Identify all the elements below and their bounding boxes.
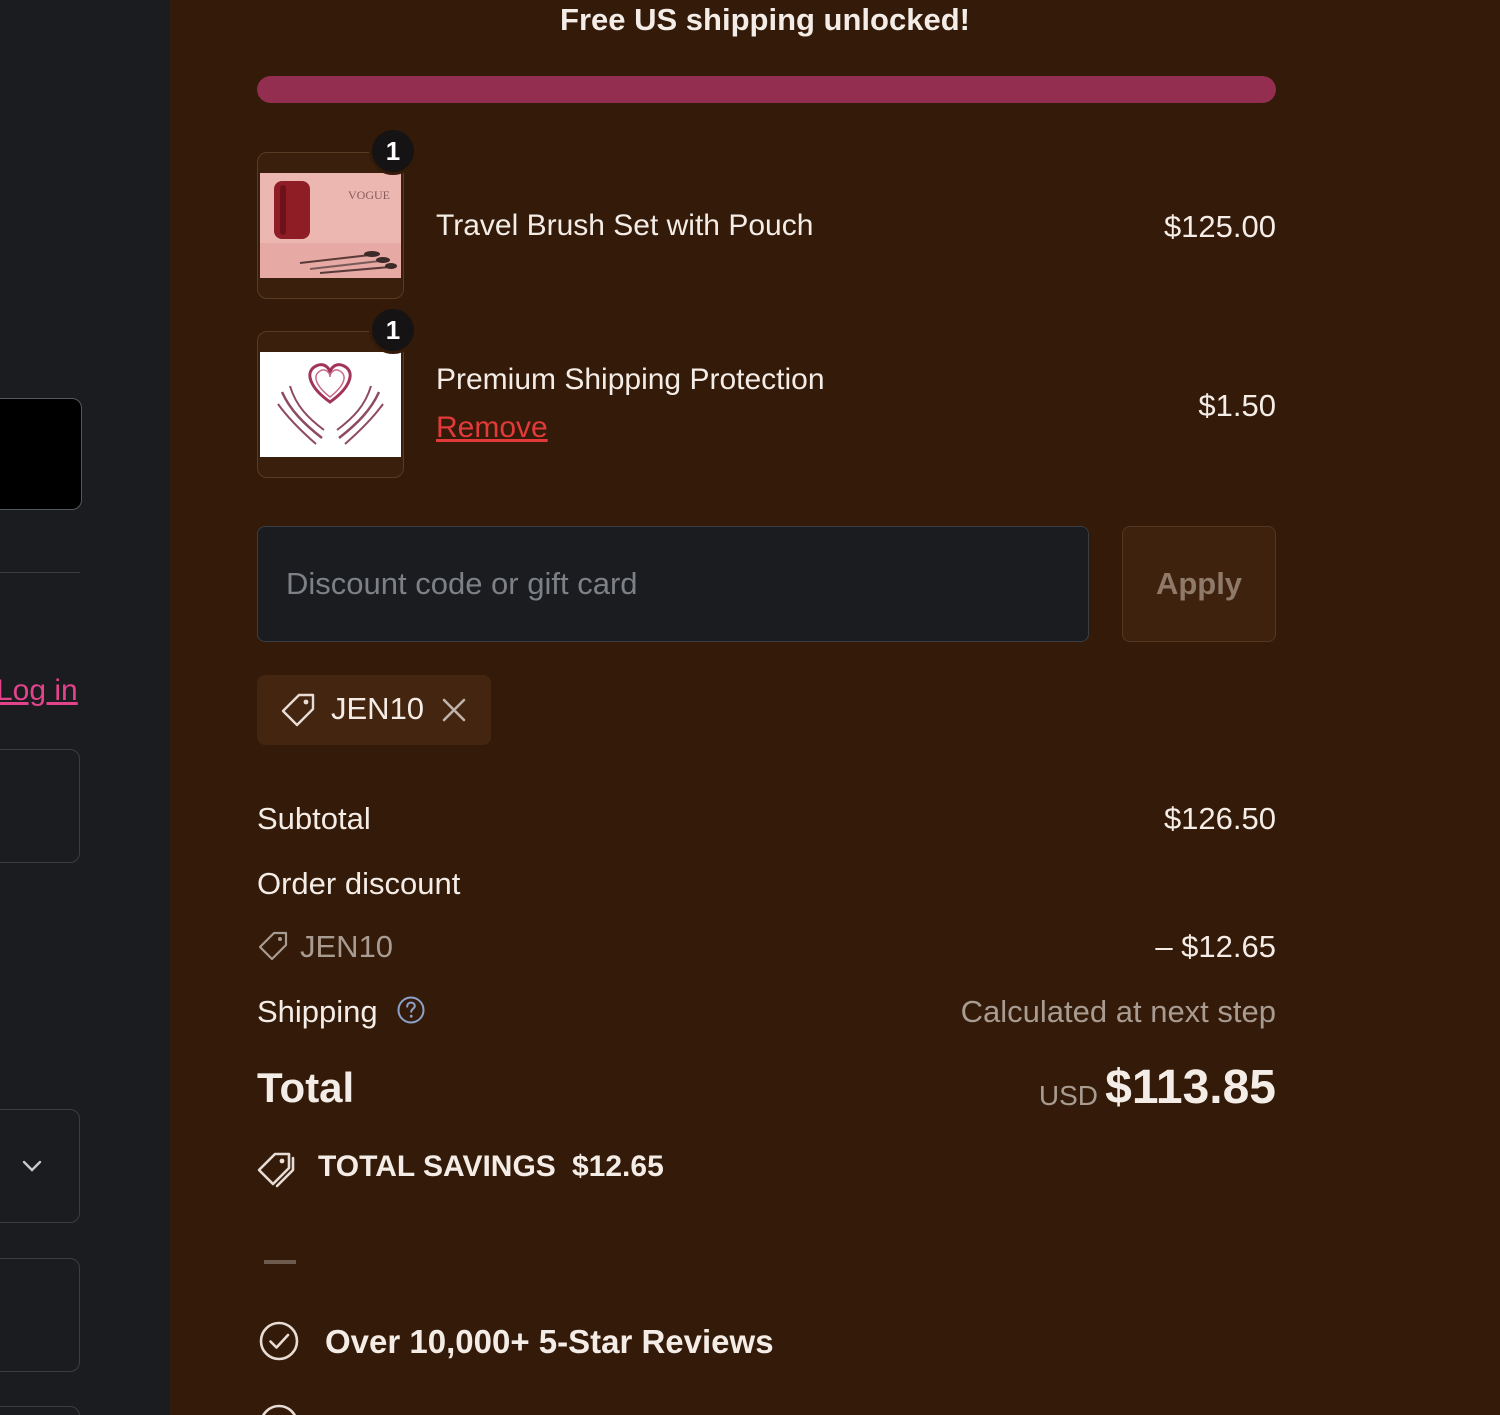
express-checkout-button[interactable]	[0, 398, 82, 510]
quantity-badge: 1	[369, 306, 417, 354]
brush-set-product-image: VOGUE	[260, 173, 401, 278]
item-price: $125.00	[1163, 209, 1276, 244]
login-link[interactable]: Log in	[0, 674, 78, 708]
shipping-progress-fill	[257, 76, 1276, 103]
shipping-label: Shipping	[257, 994, 378, 1029]
shipping-progress-bar	[257, 76, 1276, 103]
check-circle-icon	[261, 1404, 297, 1415]
discount-code-input[interactable]	[257, 526, 1089, 642]
discount-code-label: JEN10	[300, 929, 394, 964]
close-icon[interactable]	[441, 697, 467, 723]
currency-code: USD	[1038, 1080, 1098, 1111]
checkout-form-column: Log in	[0, 0, 170, 1415]
product-thumbnail: VOGUE 1	[257, 127, 417, 299]
total-savings-value: $12.65	[572, 1150, 664, 1183]
heart-hands-product-image	[260, 352, 401, 457]
divider	[0, 572, 80, 573]
order-summary: Free US shipping unlocked! VOGUE 1 Trave…	[170, 0, 1500, 1415]
product-thumbnail: 1	[257, 306, 417, 478]
tag-icon	[258, 931, 288, 961]
tags-icon	[257, 1152, 295, 1188]
email-field[interactable]	[0, 749, 80, 863]
tag-icon	[281, 693, 315, 727]
subtotal-label: Subtotal	[257, 801, 371, 836]
name-field[interactable]	[0, 1258, 80, 1372]
apply-discount-button[interactable]: Apply	[1122, 526, 1276, 642]
total-savings-label: TOTAL SAVINGS	[318, 1150, 556, 1183]
total-label: Total	[257, 1064, 355, 1111]
free-shipping-message: Free US shipping unlocked!	[560, 2, 970, 37]
check-circle-icon	[259, 1321, 299, 1361]
item-name: Premium Shipping Protection	[436, 363, 825, 396]
order-discount-label: Order discount	[257, 866, 461, 901]
item-price: $1.50	[1198, 388, 1276, 423]
divider	[264, 1260, 296, 1264]
discount-value: – $12.65	[1155, 929, 1276, 964]
remove-item-link[interactable]: Remove	[436, 411, 548, 445]
chevron-down-icon	[22, 1160, 42, 1172]
shipping-value: Calculated at next step	[960, 994, 1276, 1029]
item-name: Travel Brush Set with Pouch	[436, 209, 814, 242]
quantity-badge: 1	[369, 127, 417, 175]
applied-discount-code: JEN10	[331, 691, 425, 726]
total-value: $113.85	[1105, 1061, 1276, 1114]
subtotal-value: $126.50	[1163, 801, 1276, 836]
applied-discount-chip: JEN10	[257, 675, 491, 745]
help-icon[interactable]	[396, 995, 426, 1025]
reviews-badge-text: Over 10,000+ 5-Star Reviews	[325, 1323, 774, 1360]
svg-text:VOGUE: VOGUE	[348, 188, 390, 202]
address-field[interactable]	[0, 1406, 80, 1415]
